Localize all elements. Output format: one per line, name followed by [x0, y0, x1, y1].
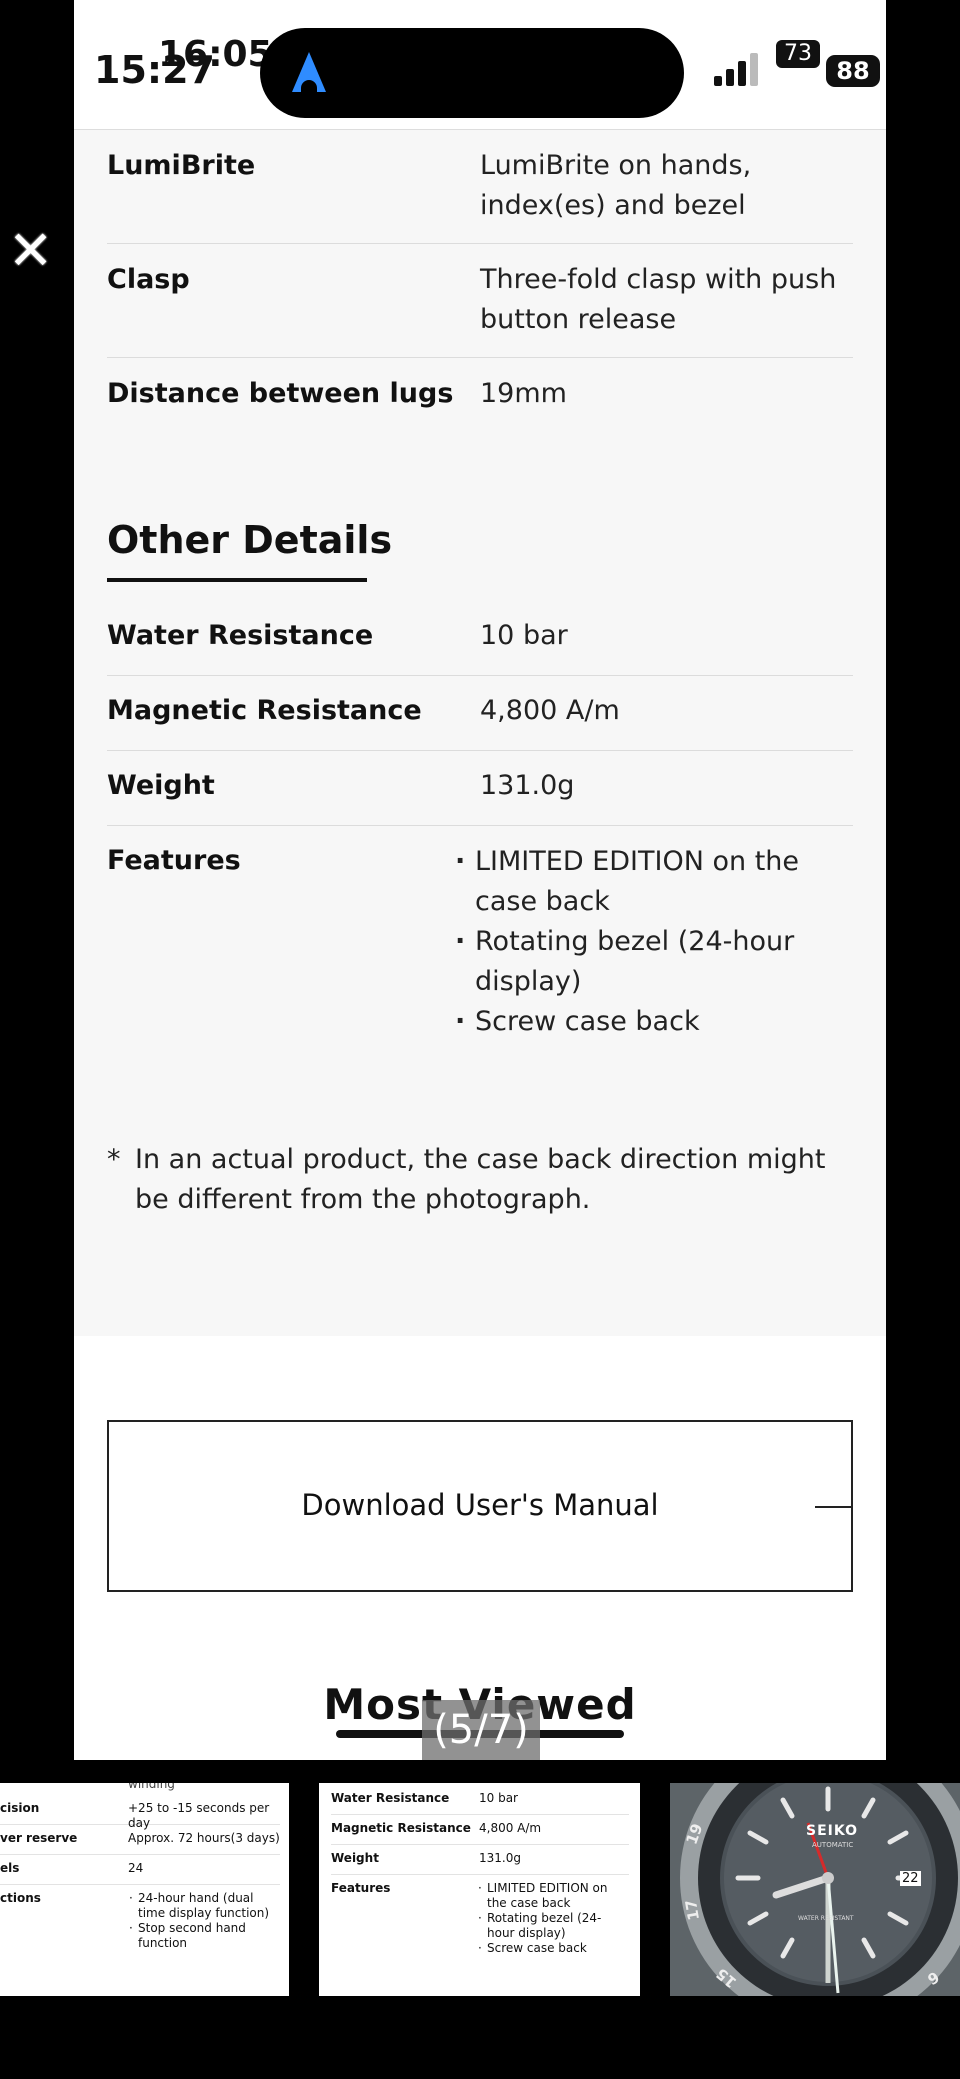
spec-row-water-resistance: Water Resistance 10 bar	[107, 602, 853, 676]
list-item: LIMITED EDITION on the case back	[447, 842, 827, 922]
dynamic-island	[260, 28, 684, 118]
table-row: Water Resistance 10 bar	[331, 1787, 629, 1815]
watch-date-window: 22	[900, 1871, 921, 1886]
close-icon[interactable]: ✕	[8, 224, 53, 278]
spec-row-clasp: Clasp Three-fold clasp with push button …	[107, 244, 853, 358]
thumb-row-value: 4,800 A/m	[479, 1821, 542, 1835]
spec-value: 10 bar	[480, 620, 568, 651]
features-list: LIMITED EDITION on the case back Rotatin…	[447, 842, 827, 1042]
table-row: ver reserve Approx. 72 hours(3 days)	[0, 1827, 280, 1855]
thumb-row-label: els	[0, 1861, 20, 1875]
thumb-row-label: Weight	[331, 1851, 379, 1865]
list-item: Rotating bezel (24-hour display)	[477, 1911, 627, 1941]
thumb-fragment-text: winding	[128, 1783, 175, 1791]
spec-row-weight: Weight 131.0g	[107, 751, 853, 826]
bezel-number: 17	[681, 1898, 704, 1922]
spec-label: Features	[107, 845, 241, 876]
status-bar: 15:27 16:05 73 88	[74, 0, 886, 130]
note-asterisk: *	[107, 1144, 121, 1175]
gallery-thumbnail-specs-2[interactable]: Water Resistance 10 bar Magnetic Resista…	[319, 1783, 640, 1996]
spec-value: 131.0g	[480, 770, 575, 801]
thumb-row-label: Features	[331, 1881, 391, 1895]
thumb-list: 24-hour hand (dual time display function…	[128, 1891, 278, 1951]
spec-value: Three-fold clasp with push button releas…	[480, 264, 837, 335]
thumb-row-label: cision	[0, 1801, 40, 1815]
spec-label: Magnetic Resistance	[107, 695, 422, 726]
gallery-thumbnail-watch-photo[interactable]: SEIKO AUTOMATIC 22 WATER RESISTANT 19 17…	[670, 1783, 960, 1996]
spec-value: 4,800 A/m	[480, 695, 620, 726]
watch-sub-text: AUTOMATIC	[812, 1841, 854, 1849]
expand-dash-icon	[815, 1506, 851, 1508]
list-item: LIMITED EDITION on the case back	[477, 1881, 627, 1911]
disclaimer-note: * In an actual product, the case back di…	[107, 1140, 847, 1220]
table-row: cision +25 to -15 seconds per day	[0, 1797, 280, 1830]
list-item: Stop second hand function	[128, 1921, 278, 1951]
section-title: Other Details	[107, 518, 393, 562]
list-item: Rotating bezel (24-hour display)	[447, 922, 827, 1002]
thumb-row-value: 24	[128, 1861, 144, 1875]
navigation-arrow-notch	[301, 80, 317, 92]
spec-label: Clasp	[107, 264, 190, 295]
product-page-screenshot: 15:27 16:05 73 88 LumiBrite LumiBrite on…	[74, 0, 886, 1760]
spec-row-lugs: Distance between lugs 19mm	[107, 358, 853, 438]
thumb-row-label: Magnetic Resistance	[331, 1821, 471, 1835]
table-row: Weight 131.0g	[331, 1847, 629, 1875]
spec-value: LumiBrite on hands, index(es) and bezel	[480, 150, 752, 221]
table-row: els 24	[0, 1857, 280, 1885]
watch-brand-text: SEIKO	[806, 1823, 858, 1839]
thumb-list: LIMITED EDITION on the case back Rotatin…	[477, 1881, 627, 1956]
table-row: Magnetic Resistance 4,800 A/m	[331, 1817, 629, 1845]
status-time-overlay: 16:05	[158, 34, 273, 75]
spec-label: Distance between lugs	[107, 378, 454, 409]
thumb-row-value: 131.0g	[479, 1851, 521, 1865]
status-badge: 73	[776, 40, 820, 68]
spec-row-magnetic-resistance: Magnetic Resistance 4,800 A/m	[107, 676, 853, 751]
thumb-row-value: Approx. 72 hours(3 days)	[128, 1831, 280, 1845]
thumb-row-label: Water Resistance	[331, 1791, 450, 1805]
thumb-row-label: ver reserve	[0, 1831, 78, 1845]
download-manual-button[interactable]: Download User's Manual	[107, 1420, 853, 1592]
cellular-signal-icon	[714, 50, 758, 86]
spec-label: LumiBrite	[107, 150, 256, 181]
gallery-counter: (5/7)	[422, 1700, 540, 1760]
download-manual-label: Download User's Manual	[301, 1488, 659, 1522]
thumb-row-label: ctions	[0, 1891, 41, 1905]
section-title-underline	[107, 578, 367, 582]
note-text: In an actual product, the case back dire…	[135, 1144, 826, 1215]
list-item: 24-hour hand (dual time display function…	[128, 1891, 278, 1921]
gallery-thumbnail-specs-1[interactable]: winding cision +25 to -15 seconds per da…	[0, 1783, 289, 1996]
spec-row-lumibrite: LumiBrite LumiBrite on hands, index(es) …	[107, 140, 853, 244]
battery-icon: 88	[826, 55, 880, 87]
spec-label: Weight	[107, 770, 215, 801]
spec-label: Water Resistance	[107, 620, 374, 651]
spec-value: 19mm	[480, 378, 567, 409]
watch-dial-text: WATER RESISTANT	[798, 1915, 854, 1922]
watch-image	[670, 1783, 960, 1996]
thumb-row-value: 10 bar	[479, 1791, 518, 1805]
list-item: Screw case back	[477, 1941, 627, 1956]
list-item: Screw case back	[447, 1002, 827, 1042]
